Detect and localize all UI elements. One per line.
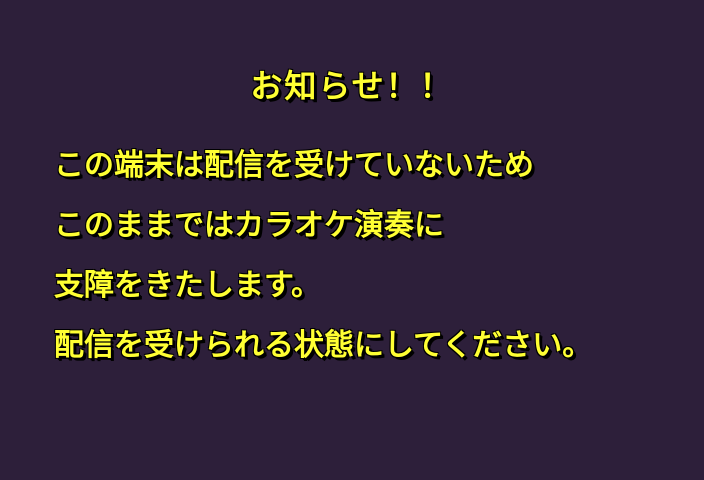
notice-title: お知らせ！！ (250, 67, 454, 105)
notice-line-4: 配信を受けられる状態にしてください。 (54, 328, 593, 363)
notice-screen: お知らせ！！ この端末は配信を受けていないため このままではカラオケ演奏に 支障… (0, 0, 704, 480)
notice-line-2: このままではカラオケ演奏に (54, 208, 444, 243)
notice-message: この端末は配信を受けていないため このままではカラオケ演奏に 支障をきたします。… (54, 136, 694, 376)
notice-line-1: この端末は配信を受けていないため (54, 148, 534, 183)
notice-line-3: 支障をきたします。 (54, 268, 321, 303)
